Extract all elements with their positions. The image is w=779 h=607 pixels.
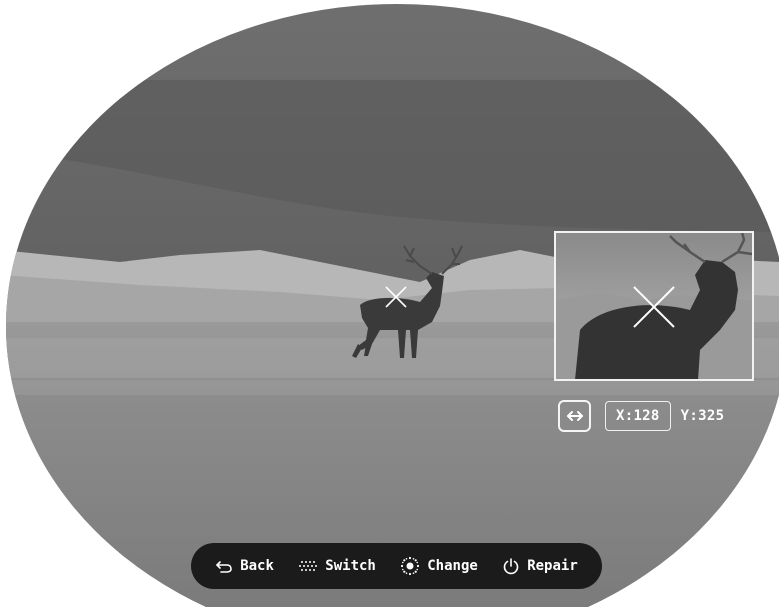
horizontal-arrows-icon (566, 411, 583, 421)
horizontal-arrows-button[interactable] (558, 400, 591, 432)
bottom-action-bar: Back Switch Change Repair (191, 543, 602, 589)
y-coordinate: Y:325 (680, 408, 725, 424)
power-icon (503, 558, 519, 575)
switch-button[interactable]: Switch (298, 558, 376, 574)
change-label: Change (427, 558, 478, 574)
back-button[interactable]: Back (215, 558, 274, 574)
repair-button[interactable]: Repair (502, 557, 578, 575)
back-arrow-icon (216, 561, 232, 573)
zoom-window-frame (554, 231, 754, 381)
x-coordinate: X:128 (605, 401, 671, 431)
dotted-grid-icon (299, 561, 318, 571)
switch-label: Switch (325, 558, 376, 574)
back-label: Back (240, 558, 274, 574)
change-button[interactable]: Change (400, 556, 478, 576)
dotted-sun-icon (401, 556, 420, 576)
zoom-controls: X:128 Y:325 (558, 399, 724, 433)
repair-label: Repair (527, 558, 578, 574)
